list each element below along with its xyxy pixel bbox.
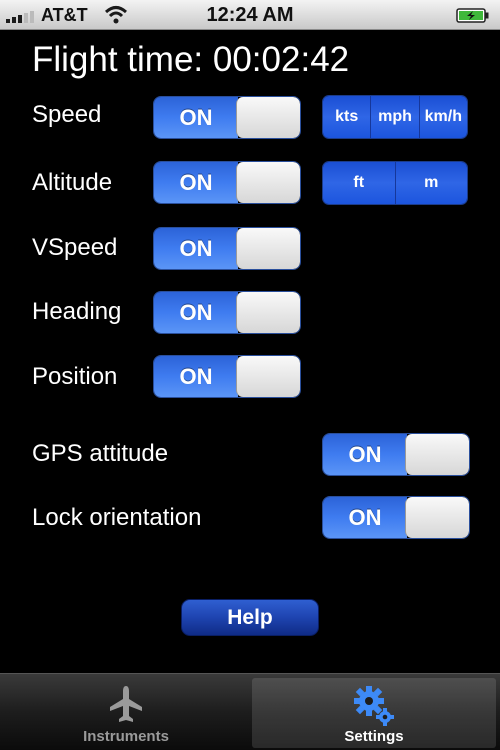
battery-charging-icon [456,8,490,23]
tab-instruments-label: Instruments [83,728,169,745]
vspeed-toggle-state: ON [154,228,238,269]
tab-instruments[interactable]: Instruments [4,678,248,748]
heading-toggle-state: ON [154,292,238,333]
toggle-knob [236,292,300,333]
altitude-toggle[interactable]: ON [153,161,301,204]
unit-m-option[interactable]: m [395,162,467,204]
vspeed-toggle[interactable]: ON [153,227,301,270]
speed-toggle[interactable]: ON [153,96,301,139]
tab-bar: Instruments Settings [0,673,500,750]
position-toggle-state: ON [154,356,238,397]
gps-attitude-toggle[interactable]: ON [322,433,470,476]
altitude-label: Altitude [32,169,113,196]
status-bar: AT&T 12:24 AM [0,0,500,30]
gps-attitude-toggle-state: ON [323,434,407,475]
gps-attitude-label: GPS attitude [32,440,169,467]
toggle-knob [236,162,300,203]
unit-mph-option[interactable]: mph [371,96,420,138]
toggle-knob [236,97,300,138]
lock-orientation-label: Lock orientation [32,504,202,531]
tab-settings-label: Settings [344,728,404,745]
speed-units-segmented[interactable]: kts mph km/h [322,95,468,139]
lock-orientation-toggle[interactable]: ON [322,496,470,539]
gears-icon [352,684,396,733]
unit-kmh-option[interactable]: km/h [419,96,467,138]
tab-settings[interactable]: Settings [252,678,496,748]
unit-ft-option[interactable]: ft [323,162,396,204]
position-label: Position [32,363,118,390]
unit-kts-option[interactable]: kts [323,96,372,138]
altitude-toggle-state: ON [154,162,238,203]
toggle-knob [405,497,469,538]
speed-label: Speed [32,101,102,128]
status-time: 12:24 AM [206,4,294,26]
vspeed-label: VSpeed [32,234,118,261]
lock-orientation-toggle-state: ON [323,497,407,538]
flight-time-display: Flight time: 00:02:42 [32,40,350,79]
help-button[interactable]: Help [181,599,319,636]
toggle-knob [236,356,300,397]
airplane-icon [108,684,144,729]
toggle-knob [405,434,469,475]
toggle-knob [236,228,300,269]
heading-toggle[interactable]: ON [153,291,301,334]
altitude-units-segmented[interactable]: ft m [322,161,468,205]
heading-label: Heading [32,298,122,325]
speed-toggle-state: ON [154,97,238,138]
position-toggle[interactable]: ON [153,355,301,398]
